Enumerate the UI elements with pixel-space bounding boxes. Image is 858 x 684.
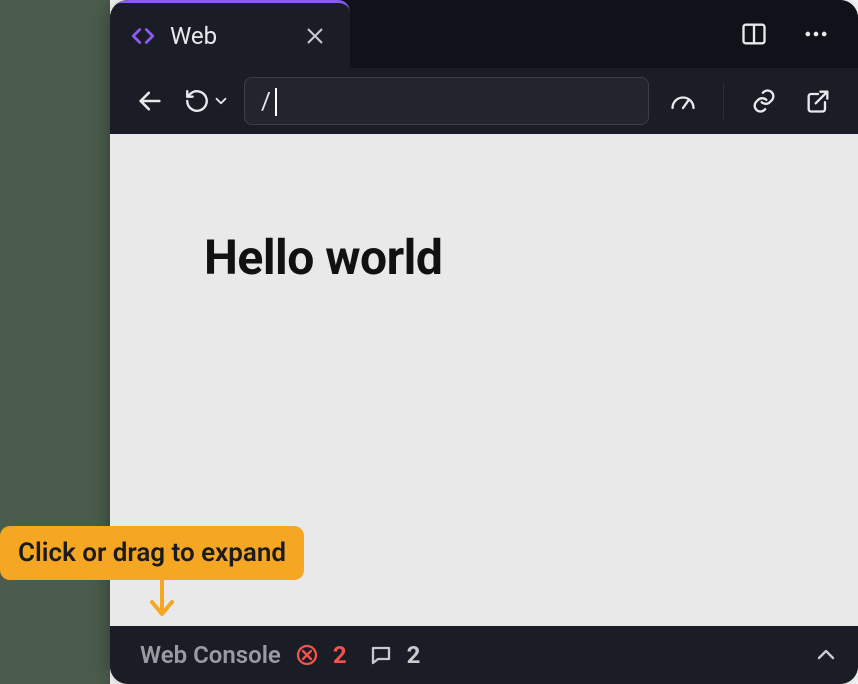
chevron-down-icon xyxy=(212,92,230,110)
back-button[interactable] xyxy=(130,81,170,121)
error-icon xyxy=(295,643,319,667)
message-icon xyxy=(369,643,393,667)
more-menu-icon[interactable] xyxy=(796,14,836,54)
expand-console-button[interactable] xyxy=(814,643,838,667)
close-tab-button[interactable] xyxy=(304,25,326,47)
message-count: 2 xyxy=(407,641,421,669)
tab-bar-right xyxy=(734,0,858,68)
open-external-icon[interactable] xyxy=(798,81,838,121)
split-view-icon[interactable] xyxy=(734,14,774,54)
reload-button[interactable] xyxy=(184,88,230,114)
tutorial-callout: Click or drag to expand xyxy=(0,526,304,580)
page-heading: Hello world xyxy=(204,229,858,286)
console-label: Web Console xyxy=(140,641,281,669)
performance-icon[interactable] xyxy=(663,81,703,121)
tab-web[interactable]: Web xyxy=(110,0,350,68)
address-bar-text: / xyxy=(261,87,632,115)
tab-bar: Web xyxy=(110,0,858,68)
left-gutter xyxy=(0,0,110,684)
callout-arrow-icon xyxy=(148,576,188,626)
callout-text: Click or drag to expand xyxy=(18,538,286,568)
browser-window: Web / xyxy=(110,0,858,684)
code-icon xyxy=(130,23,156,49)
tab-title: Web xyxy=(170,22,217,50)
address-bar[interactable]: / xyxy=(244,77,649,125)
toolbar-divider xyxy=(723,83,724,119)
page-content: Hello world xyxy=(110,134,858,286)
error-count: 2 xyxy=(333,641,347,669)
text-caret xyxy=(275,88,277,116)
toolbar: / xyxy=(110,68,858,134)
link-icon[interactable] xyxy=(744,81,784,121)
web-console-bar[interactable]: Web Console 2 2 xyxy=(110,626,858,684)
